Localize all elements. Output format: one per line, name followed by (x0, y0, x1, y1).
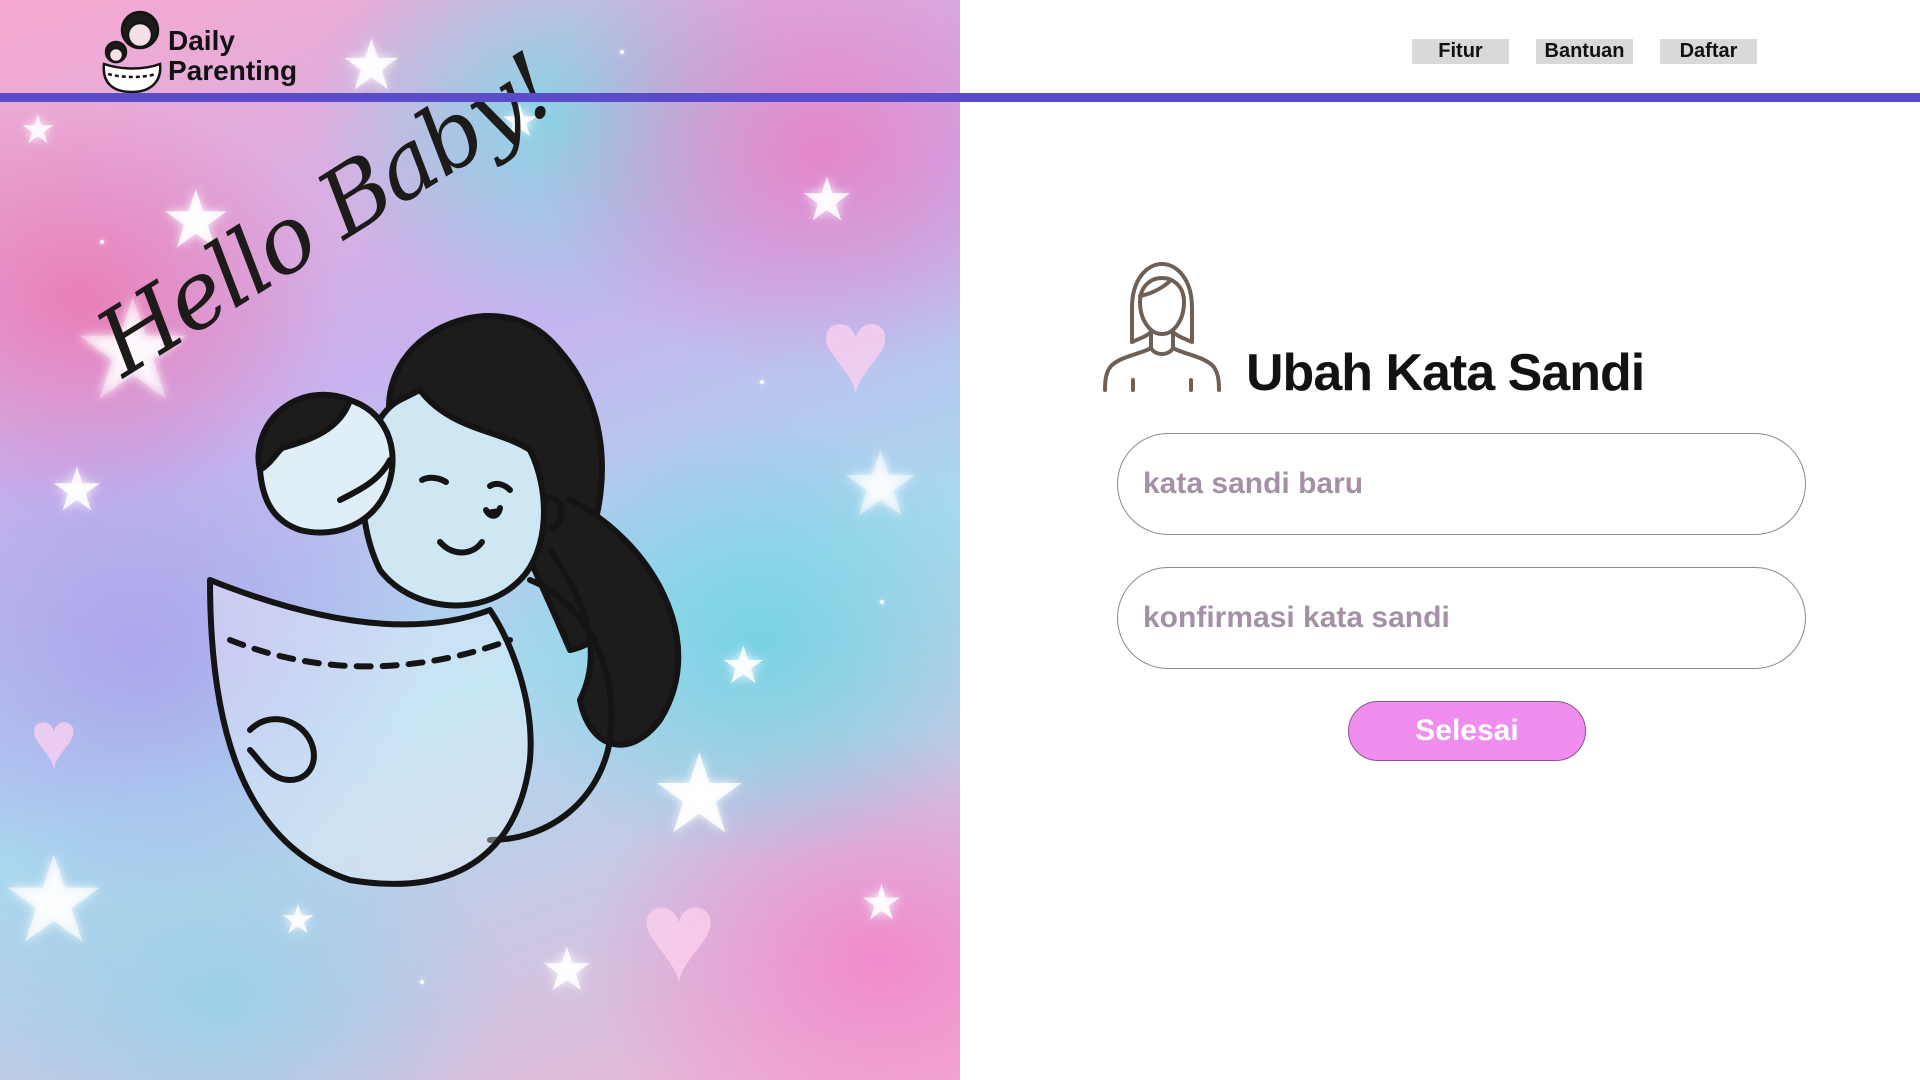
brand-logo[interactable]: Daily Parenting (98, 8, 328, 98)
star-decoration: ★ (280, 898, 316, 942)
brand-line-2: Parenting (168, 55, 298, 86)
sparkle (620, 50, 624, 54)
star-decoration: ★ (840, 435, 921, 535)
header-divider (0, 93, 1920, 102)
mother-baby-logo-icon (102, 10, 162, 94)
star-decoration: ★ (0, 833, 108, 967)
confirm-password-input[interactable] (1117, 567, 1806, 669)
sparkle (760, 380, 764, 384)
nav-daftar-button[interactable]: Daftar (1660, 39, 1757, 64)
star-decoration: ★ (50, 456, 104, 523)
mother-baby-illustration (207, 313, 682, 887)
hero-artwork: ★ ★ ★ ★ ★ ★ ★ ★ ★ ★ ★ ★ ★ ★ ♥ ♥ ♥ Hello … (0, 0, 960, 1080)
sparkle (100, 240, 104, 244)
heart-decoration: ♥ (820, 283, 892, 417)
woman-user-icon (1103, 262, 1221, 392)
star-decoration: ★ (860, 877, 904, 930)
heart-decoration: ♥ (30, 695, 78, 784)
star-decoration: ★ (540, 936, 594, 1003)
star-decoration: ★ (20, 108, 56, 152)
sparkle (420, 980, 424, 984)
sparkle (880, 600, 884, 604)
brand-name: Daily Parenting (168, 26, 297, 86)
nav-fitur-button[interactable]: Fitur (1412, 39, 1509, 64)
page-title: Ubah Kata Sandi (1246, 344, 1645, 402)
star-decoration: ★ (340, 26, 403, 104)
new-password-input[interactable] (1117, 433, 1806, 535)
star-decoration: ★ (800, 166, 854, 233)
submit-button[interactable]: Selesai (1348, 701, 1586, 761)
brand-line-1: Daily (168, 25, 235, 56)
nav-bantuan-button[interactable]: Bantuan (1536, 39, 1633, 64)
